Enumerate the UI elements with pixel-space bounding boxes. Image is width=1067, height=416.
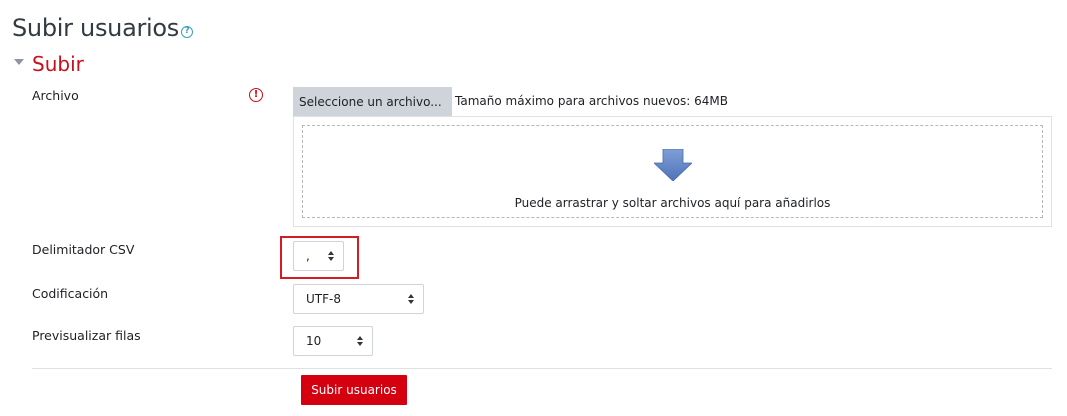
delimiter-select-value: , (306, 249, 310, 263)
collapse-toggle-icon[interactable] (14, 59, 24, 65)
preview-rows-select[interactable]: 10 (293, 326, 373, 356)
upload-users-button[interactable]: Subir usuarios (301, 375, 407, 405)
select-arrows-icon (408, 294, 414, 304)
form-divider (32, 368, 1052, 369)
encoding-label: Codificación (32, 286, 109, 301)
file-label: Archivo (32, 88, 79, 103)
drop-arrow-icon (654, 149, 692, 181)
max-size-text: Tamaño máximo para archivos nuevos: 64MB (455, 94, 728, 108)
preview-rows-select-value: 10 (306, 334, 322, 348)
delimiter-label: Delimitador CSV (32, 242, 135, 257)
section-title[interactable]: Subir (32, 52, 84, 76)
encoding-select[interactable]: UTF-8 (293, 284, 424, 314)
required-icon: ! (249, 88, 263, 102)
preview-rows-label: Previsualizar filas (32, 328, 141, 343)
page-title: Subir usuarios ? (12, 14, 193, 42)
dropzone-text: Puede arrastrar y soltar archivos aquí p… (514, 196, 831, 210)
upload-users-page: Subir usuarios ? Subir Archivo ! Selecci… (0, 0, 1067, 416)
encoding-select-value: UTF-8 (306, 292, 341, 306)
select-arrows-icon (328, 251, 334, 261)
help-icon[interactable]: ? (181, 26, 193, 38)
delimiter-select[interactable]: , (293, 241, 344, 271)
page-title-text: Subir usuarios (12, 14, 179, 42)
choose-file-button[interactable]: Seleccione un archivo... (293, 87, 452, 116)
select-arrows-icon (357, 336, 363, 346)
